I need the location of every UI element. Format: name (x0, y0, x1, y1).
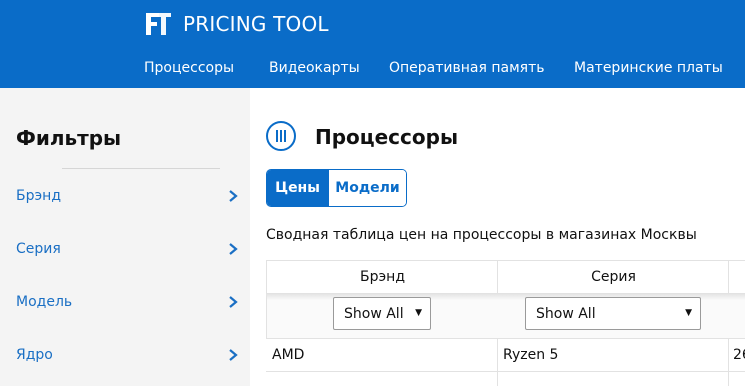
brand-filter-select[interactable]: Show All ▼ (333, 297, 431, 330)
columns-icon (276, 130, 286, 142)
filter-label: Серия (16, 241, 61, 257)
cell-brand: AMD (272, 347, 305, 363)
nav-cpus[interactable]: Процессоры (144, 60, 234, 76)
models-tab[interactable]: Модели (328, 170, 406, 206)
prices-table: Брэнд Серия Show All ▼ Show All ▼ AMD Ry… (266, 260, 745, 386)
column-header-series[interactable]: Серия (497, 260, 729, 294)
filter-series[interactable]: Серия (16, 238, 238, 260)
filters-sidebar: Фильтры Брэнд Серия Модель Ядро (0, 88, 250, 386)
table-caption: Сводная таблица цен на процессоры в мага… (266, 227, 697, 243)
nav-ram[interactable]: Оперативная память (389, 60, 544, 76)
column-divider (497, 338, 498, 386)
section-icon (266, 121, 296, 151)
brand[interactable]: PRICING TOOL (143, 9, 329, 39)
table-row[interactable]: AMD Ryzen 5 26 (266, 338, 745, 372)
filter-label: Брэнд (16, 188, 62, 204)
chevron-right-icon (229, 349, 238, 361)
cell-series: Ryzen 5 (503, 347, 559, 363)
cell-price-partial: 26 (733, 347, 745, 363)
filter-core[interactable]: Ядро (16, 344, 238, 366)
filter-label: Модель (16, 294, 73, 310)
sidebar-title: Фильтры (16, 126, 122, 150)
view-toggle: Цены Модели (266, 169, 407, 207)
dropdown-arrow-icon: ▼ (685, 308, 692, 318)
filter-label: Ядро (16, 347, 53, 363)
top-header: PRICING TOOL Процессоры Видеокарты Опера… (0, 0, 745, 88)
select-value: Show All (536, 305, 596, 322)
nav-motherboards[interactable]: Материнские платы (574, 60, 723, 76)
select-value: Show All (344, 305, 404, 322)
nav-gpus[interactable]: Видеокарты (269, 60, 360, 76)
chevron-right-icon (229, 243, 238, 255)
filter-model[interactable]: Модель (16, 291, 238, 313)
sidebar-divider (62, 168, 220, 169)
column-header-brand[interactable]: Брэнд (266, 260, 498, 294)
app-title: PRICING TOOL (183, 12, 329, 36)
series-filter-select[interactable]: Show All ▼ (525, 297, 701, 330)
chevron-right-icon (229, 190, 238, 202)
column-header-partial (728, 260, 745, 294)
dropdown-arrow-icon: ▼ (415, 308, 422, 318)
column-divider (728, 338, 729, 386)
filter-brand[interactable]: Брэнд (16, 185, 238, 207)
page-title: Процессоры (315, 125, 459, 149)
chevron-right-icon (229, 296, 238, 308)
prices-tab[interactable]: Цены (267, 170, 328, 206)
ft-logo-icon (146, 13, 171, 35)
